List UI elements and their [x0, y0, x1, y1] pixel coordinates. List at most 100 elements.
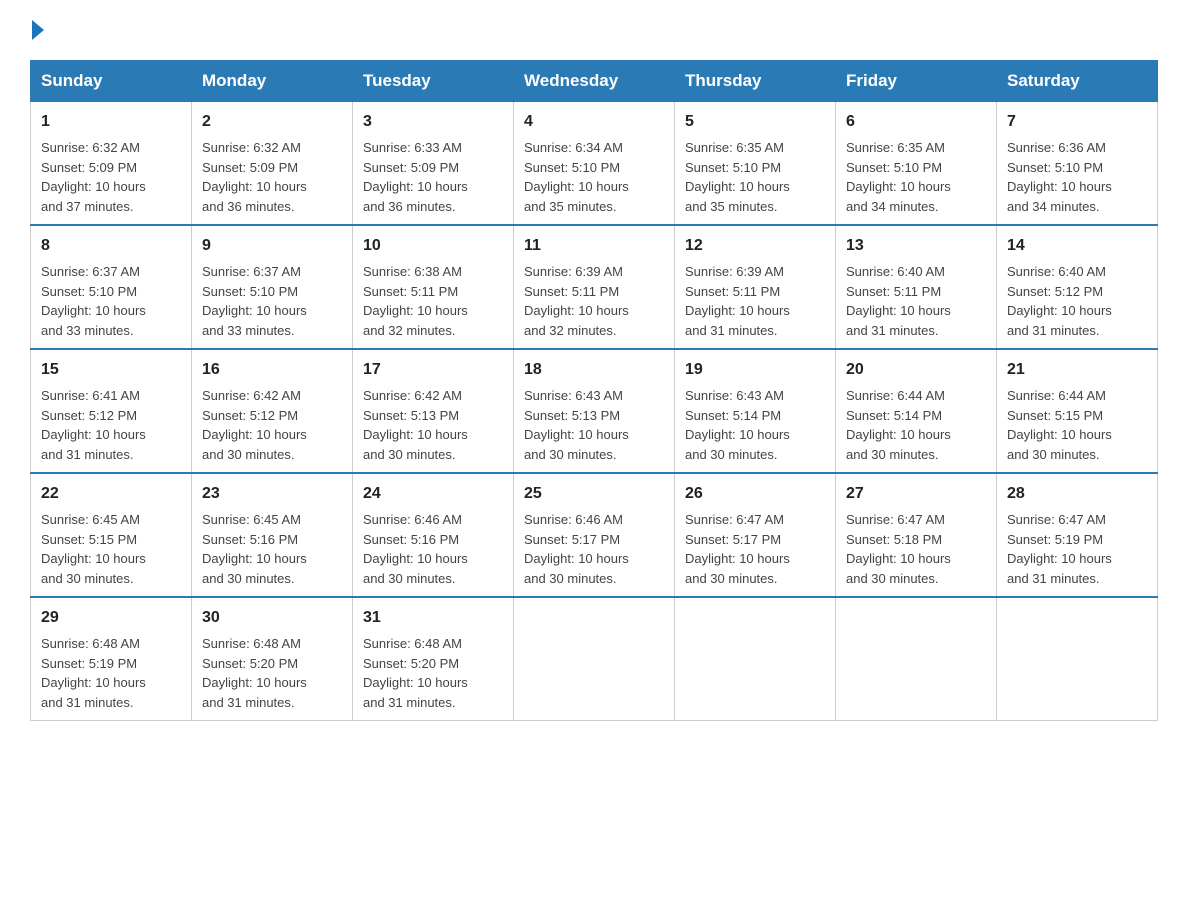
day-number: 18	[524, 358, 664, 382]
day-number: 29	[41, 606, 181, 630]
day-cell: 27 Sunrise: 6:47 AMSunset: 5:18 PMDaylig…	[836, 473, 997, 597]
day-number: 10	[363, 234, 503, 258]
day-cell: 14 Sunrise: 6:40 AMSunset: 5:12 PMDaylig…	[997, 225, 1158, 349]
day-info: Sunrise: 6:41 AMSunset: 5:12 PMDaylight:…	[41, 388, 146, 462]
day-info: Sunrise: 6:32 AMSunset: 5:09 PMDaylight:…	[202, 140, 307, 214]
day-number: 12	[685, 234, 825, 258]
day-info: Sunrise: 6:34 AMSunset: 5:10 PMDaylight:…	[524, 140, 629, 214]
day-number: 3	[363, 110, 503, 134]
header-cell-friday: Friday	[836, 61, 997, 102]
day-cell: 6 Sunrise: 6:35 AMSunset: 5:10 PMDayligh…	[836, 102, 997, 226]
day-number: 25	[524, 482, 664, 506]
day-cell: 28 Sunrise: 6:47 AMSunset: 5:19 PMDaylig…	[997, 473, 1158, 597]
day-cell: 29 Sunrise: 6:48 AMSunset: 5:19 PMDaylig…	[31, 597, 192, 721]
calendar-table: SundayMondayTuesdayWednesdayThursdayFrid…	[30, 60, 1158, 721]
day-cell: 22 Sunrise: 6:45 AMSunset: 5:15 PMDaylig…	[31, 473, 192, 597]
day-info: Sunrise: 6:33 AMSunset: 5:09 PMDaylight:…	[363, 140, 468, 214]
day-cell: 9 Sunrise: 6:37 AMSunset: 5:10 PMDayligh…	[192, 225, 353, 349]
day-cell: 20 Sunrise: 6:44 AMSunset: 5:14 PMDaylig…	[836, 349, 997, 473]
day-cell: 13 Sunrise: 6:40 AMSunset: 5:11 PMDaylig…	[836, 225, 997, 349]
day-number: 5	[685, 110, 825, 134]
day-number: 2	[202, 110, 342, 134]
day-number: 21	[1007, 358, 1147, 382]
day-cell: 2 Sunrise: 6:32 AMSunset: 5:09 PMDayligh…	[192, 102, 353, 226]
day-cell: 21 Sunrise: 6:44 AMSunset: 5:15 PMDaylig…	[997, 349, 1158, 473]
header-cell-tuesday: Tuesday	[353, 61, 514, 102]
day-number: 22	[41, 482, 181, 506]
week-row-2: 8 Sunrise: 6:37 AMSunset: 5:10 PMDayligh…	[31, 225, 1158, 349]
header-cell-thursday: Thursday	[675, 61, 836, 102]
day-info: Sunrise: 6:46 AMSunset: 5:16 PMDaylight:…	[363, 512, 468, 586]
day-info: Sunrise: 6:47 AMSunset: 5:19 PMDaylight:…	[1007, 512, 1112, 586]
header-cell-wednesday: Wednesday	[514, 61, 675, 102]
day-number: 7	[1007, 110, 1147, 134]
day-cell	[836, 597, 997, 721]
day-number: 26	[685, 482, 825, 506]
day-info: Sunrise: 6:45 AMSunset: 5:16 PMDaylight:…	[202, 512, 307, 586]
day-cell: 5 Sunrise: 6:35 AMSunset: 5:10 PMDayligh…	[675, 102, 836, 226]
day-number: 31	[363, 606, 503, 630]
calendar-body: 1 Sunrise: 6:32 AMSunset: 5:09 PMDayligh…	[31, 102, 1158, 721]
day-info: Sunrise: 6:45 AMSunset: 5:15 PMDaylight:…	[41, 512, 146, 586]
header-cell-saturday: Saturday	[997, 61, 1158, 102]
day-cell: 31 Sunrise: 6:48 AMSunset: 5:20 PMDaylig…	[353, 597, 514, 721]
page-header	[30, 20, 1158, 40]
day-cell: 8 Sunrise: 6:37 AMSunset: 5:10 PMDayligh…	[31, 225, 192, 349]
week-row-1: 1 Sunrise: 6:32 AMSunset: 5:09 PMDayligh…	[31, 102, 1158, 226]
day-info: Sunrise: 6:48 AMSunset: 5:20 PMDaylight:…	[202, 636, 307, 710]
day-info: Sunrise: 6:47 AMSunset: 5:17 PMDaylight:…	[685, 512, 790, 586]
day-info: Sunrise: 6:48 AMSunset: 5:19 PMDaylight:…	[41, 636, 146, 710]
day-cell: 10 Sunrise: 6:38 AMSunset: 5:11 PMDaylig…	[353, 225, 514, 349]
day-info: Sunrise: 6:37 AMSunset: 5:10 PMDaylight:…	[202, 264, 307, 338]
day-number: 11	[524, 234, 664, 258]
day-number: 28	[1007, 482, 1147, 506]
day-number: 15	[41, 358, 181, 382]
logo-arrow-icon	[32, 20, 44, 40]
day-number: 6	[846, 110, 986, 134]
calendar-header: SundayMondayTuesdayWednesdayThursdayFrid…	[31, 61, 1158, 102]
day-cell: 30 Sunrise: 6:48 AMSunset: 5:20 PMDaylig…	[192, 597, 353, 721]
day-number: 17	[363, 358, 503, 382]
week-row-3: 15 Sunrise: 6:41 AMSunset: 5:12 PMDaylig…	[31, 349, 1158, 473]
day-number: 24	[363, 482, 503, 506]
day-info: Sunrise: 6:35 AMSunset: 5:10 PMDaylight:…	[685, 140, 790, 214]
day-number: 30	[202, 606, 342, 630]
day-number: 19	[685, 358, 825, 382]
day-cell	[514, 597, 675, 721]
day-cell: 23 Sunrise: 6:45 AMSunset: 5:16 PMDaylig…	[192, 473, 353, 597]
day-number: 8	[41, 234, 181, 258]
day-cell: 18 Sunrise: 6:43 AMSunset: 5:13 PMDaylig…	[514, 349, 675, 473]
day-info: Sunrise: 6:47 AMSunset: 5:18 PMDaylight:…	[846, 512, 951, 586]
day-info: Sunrise: 6:48 AMSunset: 5:20 PMDaylight:…	[363, 636, 468, 710]
day-info: Sunrise: 6:36 AMSunset: 5:10 PMDaylight:…	[1007, 140, 1112, 214]
day-number: 27	[846, 482, 986, 506]
day-cell: 19 Sunrise: 6:43 AMSunset: 5:14 PMDaylig…	[675, 349, 836, 473]
day-number: 13	[846, 234, 986, 258]
header-cell-sunday: Sunday	[31, 61, 192, 102]
day-info: Sunrise: 6:44 AMSunset: 5:14 PMDaylight:…	[846, 388, 951, 462]
day-number: 23	[202, 482, 342, 506]
day-info: Sunrise: 6:37 AMSunset: 5:10 PMDaylight:…	[41, 264, 146, 338]
day-info: Sunrise: 6:44 AMSunset: 5:15 PMDaylight:…	[1007, 388, 1112, 462]
day-info: Sunrise: 6:43 AMSunset: 5:14 PMDaylight:…	[685, 388, 790, 462]
day-info: Sunrise: 6:43 AMSunset: 5:13 PMDaylight:…	[524, 388, 629, 462]
day-number: 4	[524, 110, 664, 134]
day-info: Sunrise: 6:42 AMSunset: 5:13 PMDaylight:…	[363, 388, 468, 462]
day-number: 9	[202, 234, 342, 258]
day-cell	[675, 597, 836, 721]
day-cell: 17 Sunrise: 6:42 AMSunset: 5:13 PMDaylig…	[353, 349, 514, 473]
day-info: Sunrise: 6:42 AMSunset: 5:12 PMDaylight:…	[202, 388, 307, 462]
day-info: Sunrise: 6:39 AMSunset: 5:11 PMDaylight:…	[685, 264, 790, 338]
day-cell: 24 Sunrise: 6:46 AMSunset: 5:16 PMDaylig…	[353, 473, 514, 597]
day-info: Sunrise: 6:39 AMSunset: 5:11 PMDaylight:…	[524, 264, 629, 338]
day-info: Sunrise: 6:35 AMSunset: 5:10 PMDaylight:…	[846, 140, 951, 214]
logo	[30, 20, 46, 40]
day-number: 16	[202, 358, 342, 382]
day-cell	[997, 597, 1158, 721]
day-cell: 11 Sunrise: 6:39 AMSunset: 5:11 PMDaylig…	[514, 225, 675, 349]
day-cell: 25 Sunrise: 6:46 AMSunset: 5:17 PMDaylig…	[514, 473, 675, 597]
week-row-4: 22 Sunrise: 6:45 AMSunset: 5:15 PMDaylig…	[31, 473, 1158, 597]
day-info: Sunrise: 6:32 AMSunset: 5:09 PMDaylight:…	[41, 140, 146, 214]
day-cell: 1 Sunrise: 6:32 AMSunset: 5:09 PMDayligh…	[31, 102, 192, 226]
day-cell: 15 Sunrise: 6:41 AMSunset: 5:12 PMDaylig…	[31, 349, 192, 473]
